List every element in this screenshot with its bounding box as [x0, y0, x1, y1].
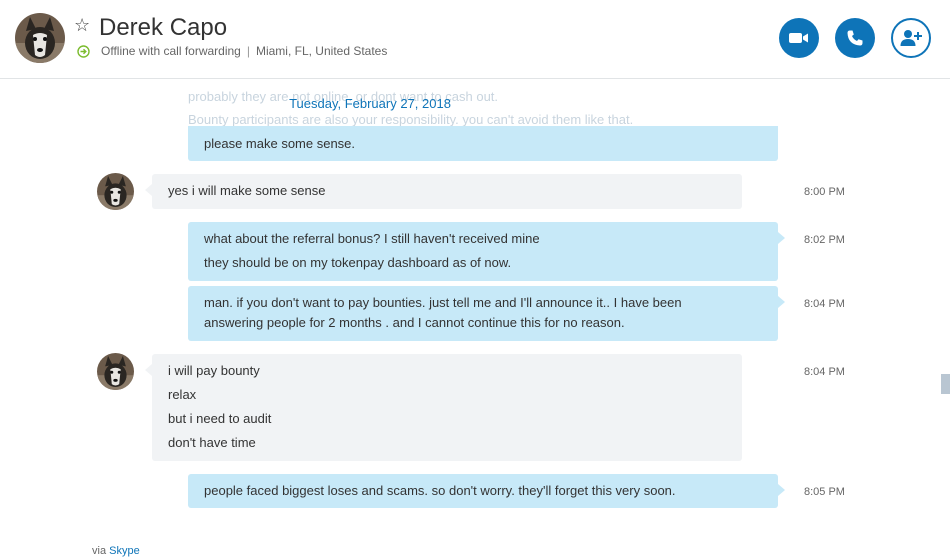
skype-link[interactable]: Skype [109, 545, 140, 557]
message-text: what about the referral bonus? I still h… [204, 231, 540, 246]
video-call-button[interactable] [779, 18, 819, 58]
via-skype-footer: via Skype [92, 545, 140, 557]
message-bubble-outgoing[interactable]: man. if you don't want to pay bounties. … [188, 286, 785, 341]
message-bubble-incoming[interactable]: i will pay bounty relax but i need to au… [145, 354, 742, 461]
conversation-header: ☆ Derek Capo Offline with call forwardin… [0, 0, 950, 79]
message-timestamp: 8:02 PM [804, 234, 845, 246]
message-text: answering people for 2 months . and I ca… [204, 315, 625, 330]
call-forwarding-icon [77, 44, 90, 58]
message-bubble-outgoing[interactable]: please make some sense. [188, 126, 778, 161]
status-separator: | [246, 44, 250, 58]
message-text: but i need to audit [168, 411, 272, 426]
message-bubble-outgoing[interactable]: people faced biggest loses and scams. so… [188, 474, 785, 508]
contact-avatar[interactable] [15, 13, 65, 63]
add-person-icon [900, 29, 922, 47]
message-text: don't have time [168, 435, 256, 450]
message-text: please make some sense. [204, 136, 356, 151]
via-label: via [92, 545, 107, 557]
message-timestamp: 8:00 PM [804, 186, 845, 198]
faded-message-line: Bounty participants are also your respon… [188, 112, 634, 127]
audio-call-button[interactable] [835, 18, 875, 58]
location-text: Miami, FL, United States [255, 44, 388, 58]
date-separator: Tuesday, February 27, 2018 [289, 96, 451, 111]
message-timestamp: 8:05 PM [804, 486, 845, 498]
message-bubble-incoming[interactable]: yes i will make some sense [145, 174, 742, 209]
message-text: yes i will make some sense [168, 183, 326, 198]
status-text: Offline with call forwarding [101, 44, 241, 58]
contact-status-row: Offline with call forwarding | Miami, FL… [77, 43, 387, 59]
scrollbar-thumb[interactable] [941, 374, 950, 394]
message-bubble-outgoing[interactable]: what about the referral bonus? I still h… [188, 222, 785, 281]
sender-avatar[interactable] [97, 353, 134, 390]
contact-name: Derek Capo [99, 14, 228, 41]
message-timestamp: 8:04 PM [804, 298, 845, 310]
message-text: they should be on my tokenpay dashboard … [204, 255, 512, 270]
add-people-button[interactable] [891, 18, 931, 58]
sender-avatar[interactable] [97, 173, 134, 210]
favorite-star-icon[interactable]: ☆ [74, 14, 90, 36]
message-timestamp: 8:04 PM [804, 366, 845, 378]
message-text: i will pay bounty [168, 363, 260, 378]
video-camera-icon [789, 31, 809, 45]
message-text: people faced biggest loses and scams. so… [204, 483, 676, 498]
phone-icon [846, 29, 864, 47]
message-text: relax [168, 387, 197, 402]
message-text: man. if you don't want to pay bounties. … [204, 295, 682, 310]
